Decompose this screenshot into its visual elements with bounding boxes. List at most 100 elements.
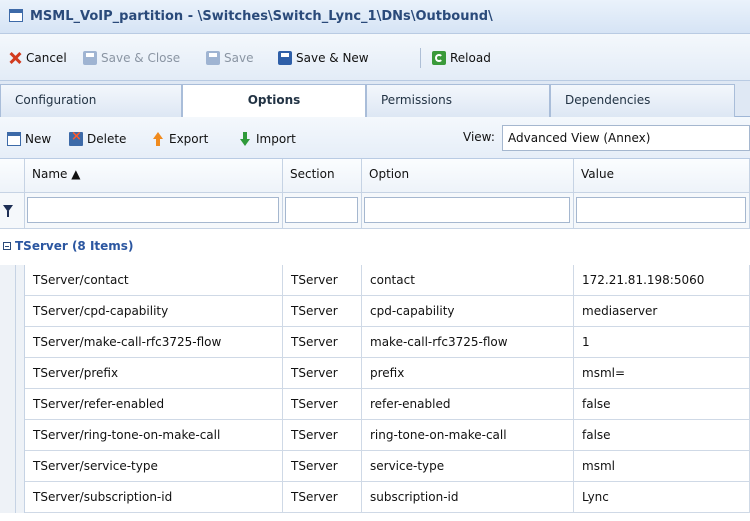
row-gutter <box>0 327 25 358</box>
cell-section: TServer <box>283 420 362 451</box>
cell-value: msml <box>574 451 750 482</box>
table-row[interactable]: TServer/ring-tone-on-make-call TServer r… <box>0 420 750 451</box>
import-button[interactable]: Import <box>238 129 296 149</box>
filter-cell-option <box>362 193 574 229</box>
filter-input-value[interactable] <box>576 197 746 223</box>
row-gutter <box>0 451 25 482</box>
cell-option: service-type <box>362 451 574 482</box>
row-gutter <box>0 265 25 296</box>
cell-section: TServer <box>283 265 362 296</box>
row-gutter <box>0 358 25 389</box>
export-label: Export <box>169 132 209 146</box>
column-header-section[interactable]: Section <box>283 159 362 193</box>
table-row[interactable]: TServer/prefix TServer prefix msml= <box>0 358 750 389</box>
tab-options[interactable]: Options <box>182 84 366 118</box>
save-icon <box>206 51 220 65</box>
header-corner <box>0 159 25 193</box>
cell-name: TServer/subscription-id <box>25 482 283 513</box>
row-gutter <box>0 420 25 451</box>
cell-option: subscription-id <box>362 482 574 513</box>
cell-option: prefix <box>362 358 574 389</box>
cell-value: 172.21.81.198:5060 <box>574 265 750 296</box>
table-row[interactable]: TServer/refer-enabled TServer refer-enab… <box>0 389 750 420</box>
column-header-name[interactable]: Name ▲ <box>25 159 283 193</box>
import-label: Import <box>256 132 296 146</box>
column-header-option[interactable]: Option <box>362 159 574 193</box>
delete-icon <box>69 129 83 146</box>
table-row[interactable]: TServer/cpd-capability TServer cpd-capab… <box>0 296 750 327</box>
cancel-label: Cancel <box>26 51 67 65</box>
cell-value: msml= <box>574 358 750 389</box>
filter-input-name[interactable] <box>27 197 279 223</box>
cell-section: TServer <box>283 389 362 420</box>
cell-value: false <box>574 389 750 420</box>
group-row-tserver[interactable]: TServer (8 Items) <box>0 229 750 265</box>
window-titlebar: MSML_VoIP_partition - \Switches\Switch_L… <box>0 0 750 34</box>
cell-name: TServer/ring-tone-on-make-call <box>25 420 283 451</box>
cell-section: TServer <box>283 451 362 482</box>
group-label: TServer (8 Items) <box>15 239 134 253</box>
filter-cell-value <box>574 193 750 229</box>
column-header-value[interactable]: Value <box>574 159 750 193</box>
delete-button[interactable]: Delete <box>69 129 126 149</box>
row-gutter <box>0 389 25 420</box>
cell-value: 1 <box>574 327 750 358</box>
main-toolbar: Cancel Save & Close Save Save & New Relo… <box>0 34 750 81</box>
new-button[interactable]: New <box>7 129 51 149</box>
cell-name: TServer/prefix <box>25 358 283 389</box>
filter-row-gutter <box>0 193 25 229</box>
cell-name: TServer/cpd-capability <box>25 296 283 327</box>
cell-option: contact <box>362 265 574 296</box>
cell-name: TServer/contact <box>25 265 283 296</box>
table-row[interactable]: TServer/service-type TServer service-typ… <box>0 451 750 482</box>
cell-section: TServer <box>283 296 362 327</box>
cell-option: ring-tone-on-make-call <box>362 420 574 451</box>
save-label: Save <box>224 51 254 65</box>
filter-input-option[interactable] <box>364 197 570 223</box>
save-close-label: Save & Close <box>101 51 181 65</box>
import-icon <box>238 132 252 146</box>
delete-label: Delete <box>87 132 127 146</box>
cell-option: make-call-rfc3725-flow <box>362 327 574 358</box>
cell-section: TServer <box>283 327 362 358</box>
cell-name: TServer/service-type <box>25 451 283 482</box>
view-select[interactable]: Advanced View (Annex) <box>502 125 750 151</box>
toolbar-separator <box>420 48 421 68</box>
table-row[interactable]: TServer/subscription-id TServer subscrip… <box>0 482 750 513</box>
export-button[interactable]: Export <box>151 129 208 149</box>
cell-name: TServer/make-call-rfc3725-flow <box>25 327 283 358</box>
cell-value: Lync <box>574 482 750 513</box>
cell-option: cpd-capability <box>362 296 574 327</box>
save-button[interactable]: Save <box>206 48 253 68</box>
filter-funnel-icon <box>3 205 13 217</box>
save-close-icon <box>83 51 97 65</box>
options-toolbar: New Delete Export Import View: Advanced … <box>0 117 750 159</box>
cancel-icon <box>8 51 22 65</box>
tab-strip: Configuration Options Permissions Depend… <box>0 81 750 118</box>
save-close-button[interactable]: Save & Close <box>83 48 180 68</box>
reload-label: Reload <box>450 51 491 65</box>
table-row[interactable]: TServer/contact TServer contact 172.21.8… <box>0 265 750 296</box>
filter-cell-section <box>283 193 362 229</box>
tab-permissions[interactable]: Permissions <box>366 84 550 117</box>
cell-section: TServer <box>283 482 362 513</box>
filter-input-section[interactable] <box>285 197 358 223</box>
save-new-button[interactable]: Save & New <box>278 48 369 68</box>
new-label: New <box>25 132 52 146</box>
cell-option: refer-enabled <box>362 389 574 420</box>
tab-dependencies[interactable]: Dependencies <box>550 84 735 117</box>
filter-cell-name <box>25 193 283 229</box>
cancel-button[interactable]: Cancel <box>8 48 67 68</box>
cell-name: TServer/refer-enabled <box>25 389 283 420</box>
table-row[interactable]: TServer/make-call-rfc3725-flow TServer m… <box>0 327 750 358</box>
cell-value: mediaserver <box>574 296 750 327</box>
tab-configuration[interactable]: Configuration <box>0 84 182 117</box>
reload-button[interactable]: Reload <box>432 48 491 68</box>
collapse-icon[interactable] <box>3 242 11 250</box>
new-icon <box>7 132 21 146</box>
row-gutter <box>0 482 25 513</box>
save-new-label: Save & New <box>296 51 369 65</box>
cell-value: false <box>574 420 750 451</box>
reload-icon <box>432 51 446 65</box>
save-new-icon <box>278 51 292 65</box>
